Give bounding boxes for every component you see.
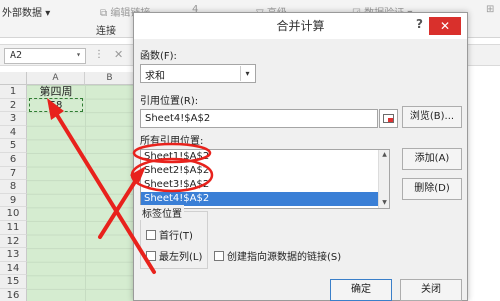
all-references-list[interactable]: Sheet1!$A$2 Sheet2!$A$2 Sheet3!$A$2 Shee… — [140, 149, 390, 209]
row-header[interactable]: 2 — [0, 98, 27, 113]
checkbox-box — [146, 230, 156, 240]
cancel-icon[interactable]: ✕ — [114, 48, 123, 61]
all-references-label: 所有引用位置: — [140, 136, 204, 147]
create-links-checkbox[interactable]: 创建指向源数据的链接(S) — [214, 248, 341, 263]
formula-bar-separator: ⋮ — [94, 49, 104, 60]
row-header[interactable]: 4 — [0, 125, 27, 140]
close-button[interactable]: 关闭 — [400, 279, 462, 301]
range-picker-button[interactable] — [379, 109, 398, 128]
help-icon[interactable]: ? — [416, 17, 423, 31]
grid-divider — [85, 85, 86, 301]
ok-button[interactable]: 确定 — [330, 279, 392, 301]
column-header-a[interactable]: A — [27, 72, 85, 85]
chevron-down-icon: ▾ — [45, 8, 51, 19]
consolidate-dialog: 合并计算 ? ✕ 函数(F): 求和 ▾ 引用位置(R): Sheet4!$A$… — [133, 12, 468, 301]
row-header[interactable]: 12 — [0, 234, 27, 249]
row-header[interactable]: 6 — [0, 152, 27, 167]
ribbon-more-icon[interactable]: ⊞ — [486, 4, 494, 15]
chevron-down-icon[interactable]: ▾ — [76, 50, 81, 59]
row-header[interactable]: 11 — [0, 220, 27, 235]
function-value: 求和 — [145, 71, 165, 82]
row-header[interactable]: 13 — [0, 248, 27, 262]
row-header[interactable]: 3 — [0, 112, 27, 126]
row-header[interactable]: 15 — [0, 275, 27, 289]
create-links-label: 创建指向源数据的链接(S) — [227, 252, 342, 263]
column-header-b[interactable]: B — [85, 72, 135, 85]
connections-group-label: 连接 — [96, 26, 116, 37]
row-header[interactable]: 5 — [0, 139, 27, 153]
row-header[interactable]: 7 — [0, 166, 27, 181]
get-external-data-button[interactable]: 外部数据 ▾ — [2, 4, 50, 19]
first-row-checkbox[interactable]: 首行(T) — [146, 227, 193, 242]
name-box-value: A2 — [10, 50, 23, 61]
chevron-down-icon[interactable]: ▾ — [240, 66, 254, 81]
select-all-corner[interactable] — [0, 72, 27, 85]
close-icon[interactable]: ✕ — [429, 17, 461, 35]
reference-label: 引用位置(R): — [140, 96, 199, 107]
reference-input[interactable]: Sheet4!$A$2 — [140, 109, 378, 128]
row-header[interactable]: 16 — [0, 288, 27, 301]
first-row-label: 首行(T) — [159, 231, 193, 242]
row-header[interactable]: 10 — [0, 207, 27, 221]
list-scrollbar[interactable]: ▲ ▼ — [378, 150, 389, 208]
scroll-up-icon[interactable]: ▲ — [379, 150, 389, 160]
cell-a1[interactable]: 第四周 — [30, 85, 82, 99]
reference-list-item-selected[interactable]: Sheet4!$A$2 — [141, 192, 389, 206]
grid-lines — [27, 85, 135, 301]
row-header[interactable]: 14 — [0, 261, 27, 276]
function-label: 函数(F): — [140, 51, 177, 62]
function-select[interactable]: 求和 ▾ — [140, 64, 256, 83]
cell-a2[interactable]: 58 — [30, 99, 82, 112]
get-external-data-label: 外部数据 — [2, 8, 42, 19]
checkbox-box — [214, 251, 224, 261]
row-headers: 1 2 3 4 5 6 7 8 9 10 11 12 13 14 15 16 — [0, 85, 27, 301]
link-icon: ⧉ — [100, 8, 108, 19]
browse-button[interactable]: 浏览(B)... — [402, 106, 462, 128]
left-column-label: 最左列(L) — [159, 252, 203, 263]
reference-list-item[interactable]: Sheet1!$A$2 — [141, 150, 389, 164]
row-header[interactable]: 8 — [0, 180, 27, 194]
range-select-icon — [383, 114, 394, 123]
name-box[interactable]: A2 ▾ — [4, 48, 86, 64]
checkbox-box — [146, 251, 156, 261]
add-button[interactable]: 添加(A) — [402, 148, 462, 170]
left-column-checkbox[interactable]: 最左列(L) — [146, 248, 202, 263]
delete-button[interactable]: 删除(D) — [402, 178, 462, 200]
row-header[interactable]: 9 — [0, 193, 27, 208]
reference-list-item[interactable]: Sheet2!$A$2 — [141, 164, 389, 178]
label-position-title: 标签位置 — [140, 205, 184, 220]
reference-list-item[interactable]: Sheet3!$A$2 — [141, 178, 389, 192]
scroll-down-icon[interactable]: ▼ — [379, 198, 389, 208]
row-header[interactable]: 1 — [0, 85, 27, 99]
